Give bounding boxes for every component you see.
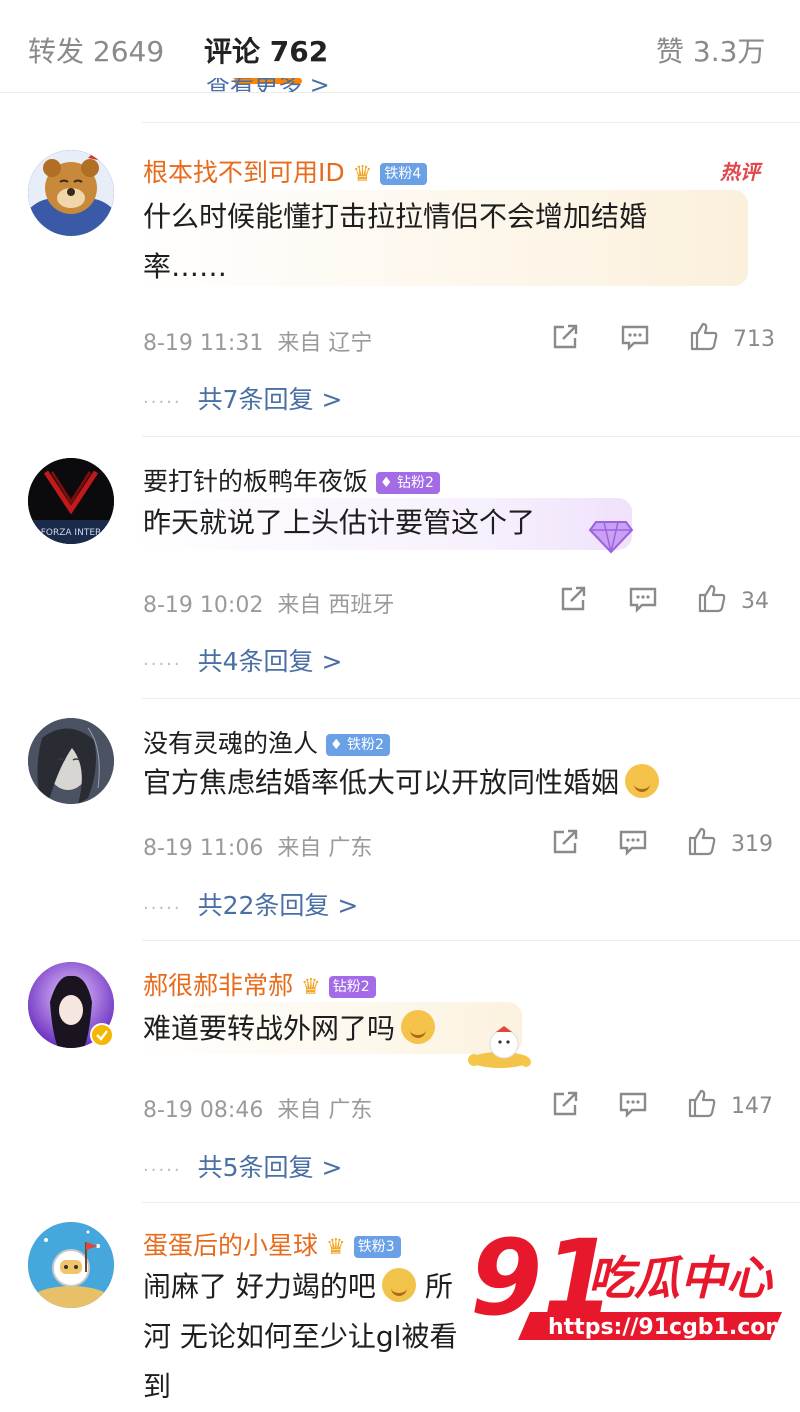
smile-emoji-icon [401, 1010, 436, 1044]
thumbs-up-icon [688, 827, 716, 856]
reply-count[interactable]: 共22条回复 > [198, 891, 359, 920]
avatar[interactable] [28, 1222, 114, 1308]
divider [142, 122, 800, 123]
hot-comment-label: 热评 [720, 160, 760, 184]
dots: ····· [143, 654, 182, 675]
username-text[interactable]: 蛋蛋后的小星球 [143, 1231, 318, 1260]
view-replies-link[interactable]: ····· 共7条回复 > [143, 380, 342, 416]
comment-icon[interactable] [618, 1089, 648, 1125]
like-button[interactable]: 713 [688, 320, 775, 352]
crown-icon: ♛ [326, 1234, 346, 1260]
avatar[interactable] [28, 150, 114, 236]
comment-meta: 8-19 11:06 来自 广东 [143, 830, 372, 862]
comment-location: 来自 辽宁 [277, 331, 373, 356]
like-button[interactable]: 319 [686, 825, 773, 857]
like-count: 319 [731, 832, 773, 857]
divider [142, 940, 800, 941]
username-text[interactable]: 没有灵魂的渔人 [143, 729, 318, 758]
avatar[interactable] [28, 718, 114, 804]
dots: ····· [143, 1160, 182, 1181]
comment-text: 闹麻了 好力竭的吧 所 河 无论如何至少让gl被看到 [143, 1262, 473, 1412]
like-button[interactable]: 147 [686, 1087, 773, 1119]
username-text[interactable]: 根本找不到可用ID [143, 158, 345, 187]
tab-likes[interactable]: 赞 3.3万 [656, 30, 765, 70]
watermark: 91 吃瓜中心 https://91cgb1.com [470, 1217, 790, 1358]
divider [142, 698, 800, 699]
fan-badge-text: 钻粉2 [397, 475, 434, 491]
watermark-url: https://91cgb1.com [548, 1315, 788, 1340]
username[interactable]: 没有灵魂的渔人 ♦ 铁粉2 [143, 724, 390, 760]
comment-text-content: 官方焦虑结婚率低大可以开放同性婚姻 [143, 766, 620, 799]
reply-count[interactable]: 共4条回复 > [198, 647, 343, 676]
reply-count[interactable]: 共7条回复 > [198, 385, 343, 414]
divider [142, 1202, 800, 1203]
view-replies-link[interactable]: ····· 共22条回复 > [143, 886, 358, 922]
username[interactable]: 郝很郝非常郝 ♛ 钻粉2 [143, 966, 376, 1002]
comment-text: 什么时候能懂打击拉拉情侣不会增加结婚率…… [143, 200, 648, 283]
fan-badge: ♦ 钻粉2 [376, 472, 440, 494]
comment-location: 来自 西班牙 [277, 593, 395, 618]
comment-icon[interactable] [620, 322, 650, 358]
fan-badge: 铁粉4 [380, 163, 428, 185]
dots: ····· [143, 392, 182, 413]
crown-icon: ♛ [301, 974, 321, 1000]
view-replies-link[interactable]: ····· 共5条回复 > [143, 1148, 342, 1184]
share-icon[interactable] [550, 322, 580, 358]
username[interactable]: 要打针的板鸭年夜饭 ♦ 钻粉2 [143, 462, 440, 498]
like-button[interactable]: 34 [696, 582, 769, 614]
comment-meta: 8-19 10:02 来自 西班牙 [143, 587, 394, 619]
username-text[interactable]: 要打针的板鸭年夜饭 [143, 467, 368, 496]
dots: ····· [143, 898, 182, 919]
comment-time: 8-19 08:46 [143, 1098, 264, 1123]
like-count: 147 [731, 1094, 773, 1119]
thumbs-up-icon [690, 322, 718, 351]
avatar-text: FORZA INTER [41, 528, 102, 538]
comment-text-part: 闹麻了 好力竭的吧 [143, 1270, 376, 1303]
comment-time: 8-19 11:06 [143, 836, 264, 861]
verified-icon [90, 1023, 114, 1053]
comment-location: 来自 广东 [277, 836, 373, 861]
lucky-cat-decoration-icon [460, 1024, 534, 1076]
thumbs-up-icon [698, 584, 726, 613]
comment-meta: 8-19 11:31 来自 辽宁 [143, 325, 372, 357]
blushing-emoji-icon [625, 764, 660, 798]
comment-text: 官方焦虑结婚率低大可以开放同性婚姻 [143, 758, 743, 808]
username[interactable]: 根本找不到可用ID ♛ 铁粉4 [143, 153, 428, 189]
comment-meta: 8-19 08:46 来自 广东 [143, 1092, 372, 1124]
tab-comments[interactable]: 评论 762 [204, 30, 328, 70]
comment-time: 8-19 11:31 [143, 331, 264, 356]
like-count: 713 [733, 327, 775, 352]
like-count: 34 [741, 589, 769, 614]
view-replies-link[interactable]: ····· 共4条回复 > [143, 642, 342, 678]
share-icon[interactable] [550, 827, 580, 863]
fan-badge: 铁粉3 [353, 1236, 401, 1258]
comment-text: 昨天就说了上头估计要管这个了 [143, 506, 536, 539]
comment-text-part: 所 [424, 1270, 453, 1303]
crown-icon: ♛ [352, 161, 373, 187]
tired-emoji-icon [381, 1268, 416, 1302]
share-icon[interactable] [558, 584, 588, 620]
username-text[interactable]: 郝很郝非常郝 [143, 971, 293, 1000]
reply-count[interactable]: 共5条回复 > [198, 1153, 343, 1182]
comment-icon[interactable] [628, 584, 658, 620]
tab-reposts[interactable]: 转发 2649 [28, 30, 164, 70]
avatar[interactable]: FORZA INTER [28, 458, 114, 544]
comment-location: 来自 广东 [277, 1098, 373, 1123]
comment-time: 8-19 10:02 [143, 593, 264, 618]
view-more-link[interactable]: 查看更多 > [206, 78, 346, 92]
comment-tab-bar: 转发 2649 评论 762 赞 3.3万 查看更多 > [0, 0, 800, 93]
thumbs-up-icon [688, 1089, 716, 1118]
watermark-brand: 吃瓜中心 [588, 1251, 774, 1305]
comment-text-content: 难道要转战外网了吗 [143, 1012, 396, 1045]
comment-icon[interactable] [618, 827, 648, 863]
username[interactable]: 蛋蛋后的小星球 ♛ 铁粉3 [143, 1226, 401, 1262]
share-icon[interactable] [550, 1089, 580, 1125]
fan-badge: ♦ 铁粉2 [326, 734, 390, 756]
fan-badge-text: 铁粉2 [347, 737, 384, 753]
divider [142, 436, 800, 437]
fan-badge: 钻粉2 [328, 976, 376, 998]
